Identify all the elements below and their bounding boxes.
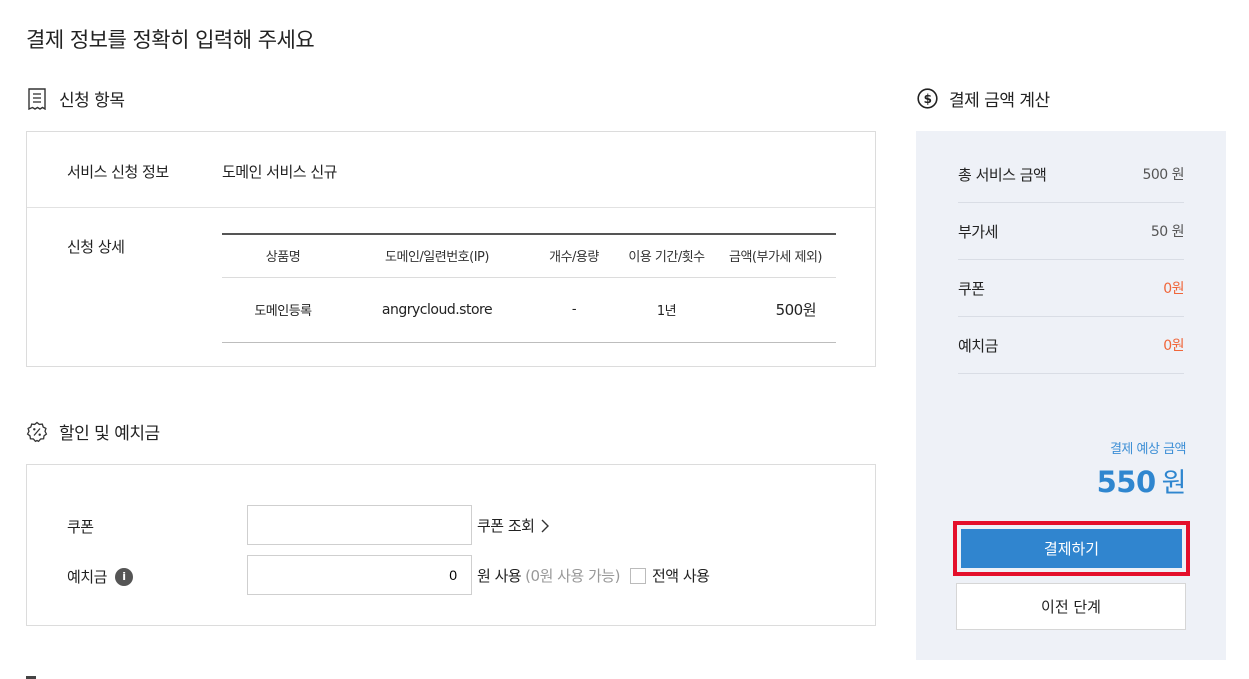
application-detail-label: 신청 상세 [67, 238, 125, 256]
cell-price: 500원 [715, 277, 836, 343]
coupon-lookup-label: 쿠폰 조회 [477, 517, 535, 535]
cell-period: 1년 [618, 277, 715, 343]
svg-text:$: $ [923, 92, 931, 106]
coupon-input[interactable] [247, 505, 472, 545]
coupon-lookup-link[interactable]: 쿠폰 조회 [477, 515, 550, 536]
service-info-label: 서비스 신청 정보 [67, 163, 169, 181]
prev-step-button[interactable]: 이전 단계 [956, 583, 1186, 630]
summary-label: 예치금 [958, 336, 998, 355]
deposit-usage-info: 원 사용 (0원 사용 가능) 전액 사용 [477, 565, 710, 586]
receipt-icon [26, 87, 48, 110]
info-icon[interactable]: i [114, 567, 133, 586]
summary-section-label: 결제 금액 계산 [949, 91, 1050, 111]
table-row: 도메인등록 angrycloud.store - 1년 500원 [222, 277, 836, 343]
col-domain-serial: 도메인/일련번호(IP) [344, 233, 530, 278]
service-info-value: 도메인 서비스 신규 [222, 163, 337, 181]
summary-value: 50 원 [1150, 224, 1185, 240]
summary-row-total: 총 서비스 금액 500 원 [958, 146, 1184, 203]
application-detail-table: 상품명 도메인/일련번호(IP) 개수/용량 이용 기간/횟수 금액(부가세 제… [222, 233, 836, 343]
summary-row-coupon: 쿠폰 0원 [958, 260, 1184, 317]
dollar-circle-icon: $ [916, 88, 938, 110]
coupon-label: 쿠폰 [67, 518, 94, 536]
deposit-label: 예치금 [67, 568, 107, 586]
expected-amount-label: 결제 예상 금액 [1109, 442, 1187, 457]
deposit-input[interactable] [247, 555, 472, 595]
col-price: 금액(부가세 제외) [715, 233, 836, 278]
deposit-available: (0원 사용 가능) [525, 567, 620, 585]
deposit-unit: 원 사용 [477, 567, 522, 585]
cell-product-name: 도메인등록 [222, 277, 344, 343]
expected-amount-value: 550 [1096, 465, 1157, 499]
summary-label: 총 서비스 금액 [958, 165, 1047, 184]
deposit-label-group: 예치금 i [67, 566, 133, 587]
discount-section-label: 할인 및 예치금 [59, 424, 160, 444]
summary-section-title: $ 결제 금액 계산 [916, 86, 1050, 111]
col-quantity: 개수/용량 [530, 233, 618, 278]
page-title: 결제 정보를 정확히 입력해 주세요 [26, 28, 315, 52]
use-all-label[interactable]: 전액 사용 [652, 565, 710, 586]
summary-panel: 총 서비스 금액 500 원 부가세 50 원 쿠폰 0원 예치금 0원 결제 … [916, 131, 1226, 660]
application-box: 서비스 신청 정보 도메인 서비스 신규 신청 상세 상품명 도메인/일련번호(… [26, 131, 876, 367]
row-divider [27, 207, 875, 208]
summary-value: 0원 [1163, 338, 1184, 354]
application-section-label: 신청 항목 [59, 91, 125, 111]
expected-amount: 550 원 [1096, 461, 1187, 500]
discount-section-title: 할인 및 예치금 [26, 419, 160, 444]
discount-box: 쿠폰 쿠폰 조회 예치금 i 원 사용 (0원 사용 가능) 전액 사용 [26, 464, 876, 626]
table-header-row: 상품명 도메인/일련번호(IP) 개수/용량 이용 기간/횟수 금액(부가세 제… [222, 233, 836, 278]
summary-label: 부가세 [958, 222, 998, 241]
discount-badge-icon [26, 421, 48, 443]
summary-value: 500 원 [1142, 167, 1184, 183]
col-period: 이용 기간/횟수 [618, 233, 715, 278]
summary-value: 0원 [1163, 281, 1184, 297]
use-all-checkbox[interactable] [629, 567, 646, 584]
pay-button-highlight: 결제하기 [953, 521, 1190, 576]
expected-amount-unit: 원 [1161, 468, 1187, 499]
summary-row-vat: 부가세 50 원 [958, 203, 1185, 260]
summary-label: 쿠폰 [958, 279, 985, 298]
cell-quantity: - [530, 277, 618, 343]
summary-row-deposit: 예치금 0원 [958, 317, 1184, 374]
application-section-title: 신청 항목 [26, 86, 125, 111]
cell-domain: angrycloud.store [344, 277, 530, 343]
chevron-right-icon [540, 519, 550, 533]
col-product-name: 상품명 [222, 233, 344, 278]
pay-button[interactable]: 결제하기 [961, 529, 1182, 568]
